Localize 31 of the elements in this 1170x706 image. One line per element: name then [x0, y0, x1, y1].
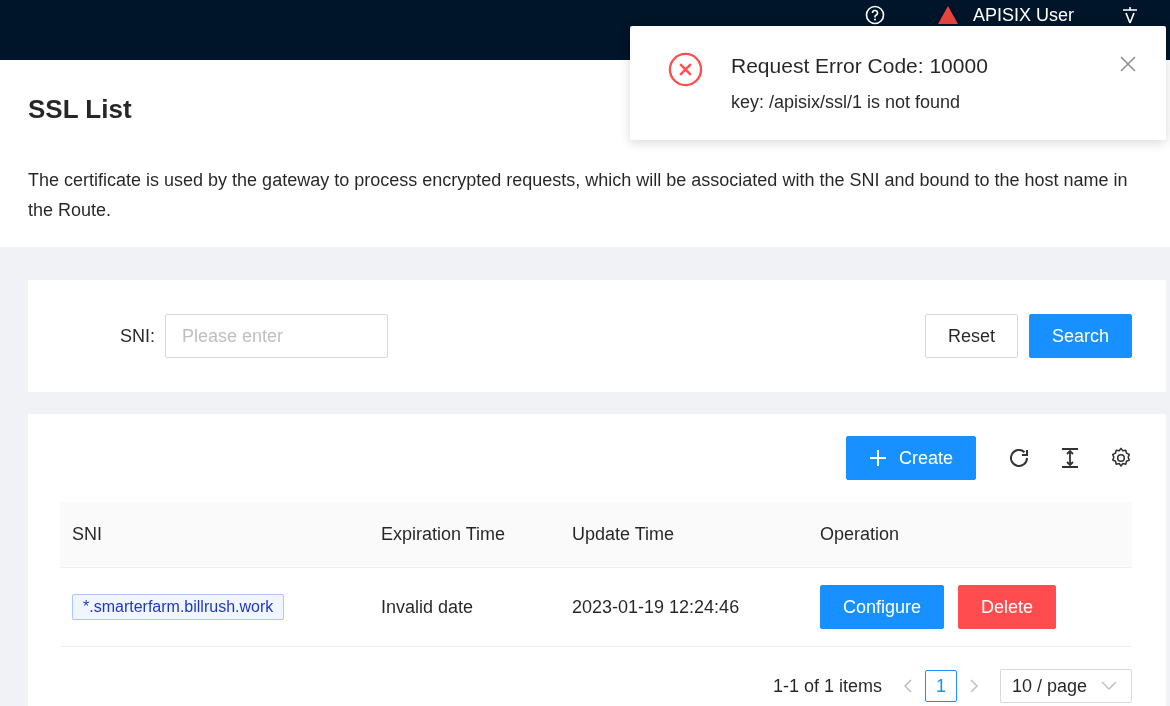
reload-icon[interactable] [1008, 447, 1030, 469]
table-cell: Invalid date [369, 567, 560, 647]
configure-button[interactable]: Configure [820, 585, 945, 629]
pagination-total: 1-1 of 1 items [772, 675, 882, 697]
sni-label: SNI: [120, 325, 155, 347]
chevron-down-icon [1101, 681, 1117, 691]
settings-icon[interactable] [1110, 447, 1132, 469]
plus-icon [868, 449, 887, 467]
sni-tag: *.smarterfarm.billrush.work [72, 594, 285, 620]
column-header: Operation [808, 502, 1132, 568]
column-header: SNI [60, 502, 369, 568]
create-button[interactable]: Create [845, 436, 976, 480]
page-size-select[interactable]: 10 / page [999, 669, 1132, 703]
table-cell: 2023-01-19 12:24:46 [560, 567, 808, 647]
page-item[interactable]: 1 [924, 670, 957, 702]
close-icon[interactable] [1120, 56, 1136, 72]
user-name[interactable]: APISIX User [972, 5, 1074, 25]
page-title: SSL List [28, 94, 132, 125]
column-header: Expiration Time [369, 502, 560, 568]
reset-button[interactable]: Reset [924, 314, 1018, 358]
column-height-icon[interactable] [1060, 447, 1080, 469]
search-button[interactable]: Search [1028, 314, 1132, 358]
error-icon [668, 52, 703, 87]
sni-input-field[interactable]: Please enter [165, 314, 388, 358]
help-icon[interactable] [864, 5, 885, 25]
language-icon[interactable] [1120, 5, 1140, 25]
page-description: The certificate is used by the gateway to process encrypted requests, which will be associated with the SNI and bound to the host name in the Route. [28, 169, 1129, 222]
notification-title: Request Error Code: 10000 [731, 54, 989, 78]
notification-message: key: /apisix/ssl/1 is not found [731, 92, 962, 113]
column-header: Update Time [560, 502, 808, 568]
delete-button[interactable]: Delete [958, 585, 1057, 629]
